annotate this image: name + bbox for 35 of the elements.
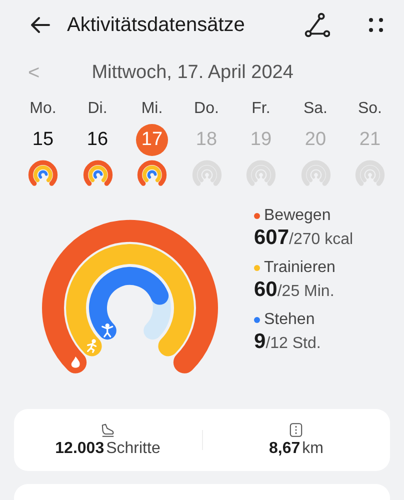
date-button[interactable]: 15: [27, 124, 59, 156]
metric-value: 60: [254, 278, 278, 301]
metric-goal: /12 Std.: [266, 335, 321, 352]
weekday-label: Mo.: [30, 100, 56, 118]
date-button[interactable]: 21: [354, 124, 386, 156]
shoe-icon: [100, 422, 116, 438]
summary-value: 8,67: [269, 440, 300, 457]
summary-unit: Schritte: [106, 440, 160, 457]
date-button[interactable]: 16: [82, 124, 114, 156]
date-button[interactable]: 19: [245, 124, 277, 156]
weekday-label: Mi.: [141, 100, 163, 118]
route-icon[interactable]: [304, 12, 330, 38]
summary-value: 12.003: [55, 440, 104, 457]
summary-unit: km: [302, 440, 324, 457]
weekday-label: Di.: [88, 100, 108, 118]
date-label: Mittwoch, 17. April 2024: [92, 62, 294, 84]
date-button[interactable]: 18: [190, 124, 222, 156]
weekday-label: Sa.: [303, 100, 328, 118]
metric-label: Bewegen: [264, 207, 331, 225]
date-button[interactable]: 20: [300, 124, 332, 156]
previous-day-button[interactable]: <: [28, 62, 40, 84]
date-button[interactable]: 17: [136, 124, 168, 156]
weekday-label: Fr.: [252, 100, 270, 118]
metric-label: Stehen: [264, 311, 315, 329]
metric-goal: /270 kcal: [289, 231, 354, 248]
page-title: Aktivitätsdatensätze: [67, 14, 246, 36]
road-icon: [288, 422, 304, 438]
metric-value: 9: [254, 330, 266, 353]
metric-goal: /25 Min.: [277, 283, 334, 300]
weekday-label: So.: [358, 100, 382, 118]
weekday-label: Do.: [194, 100, 219, 118]
metric-label: Trainieren: [264, 259, 336, 277]
metric-value: 607: [254, 226, 290, 249]
running-figure-icon: [87, 339, 97, 353]
standing-figure-icon: [102, 324, 114, 338]
